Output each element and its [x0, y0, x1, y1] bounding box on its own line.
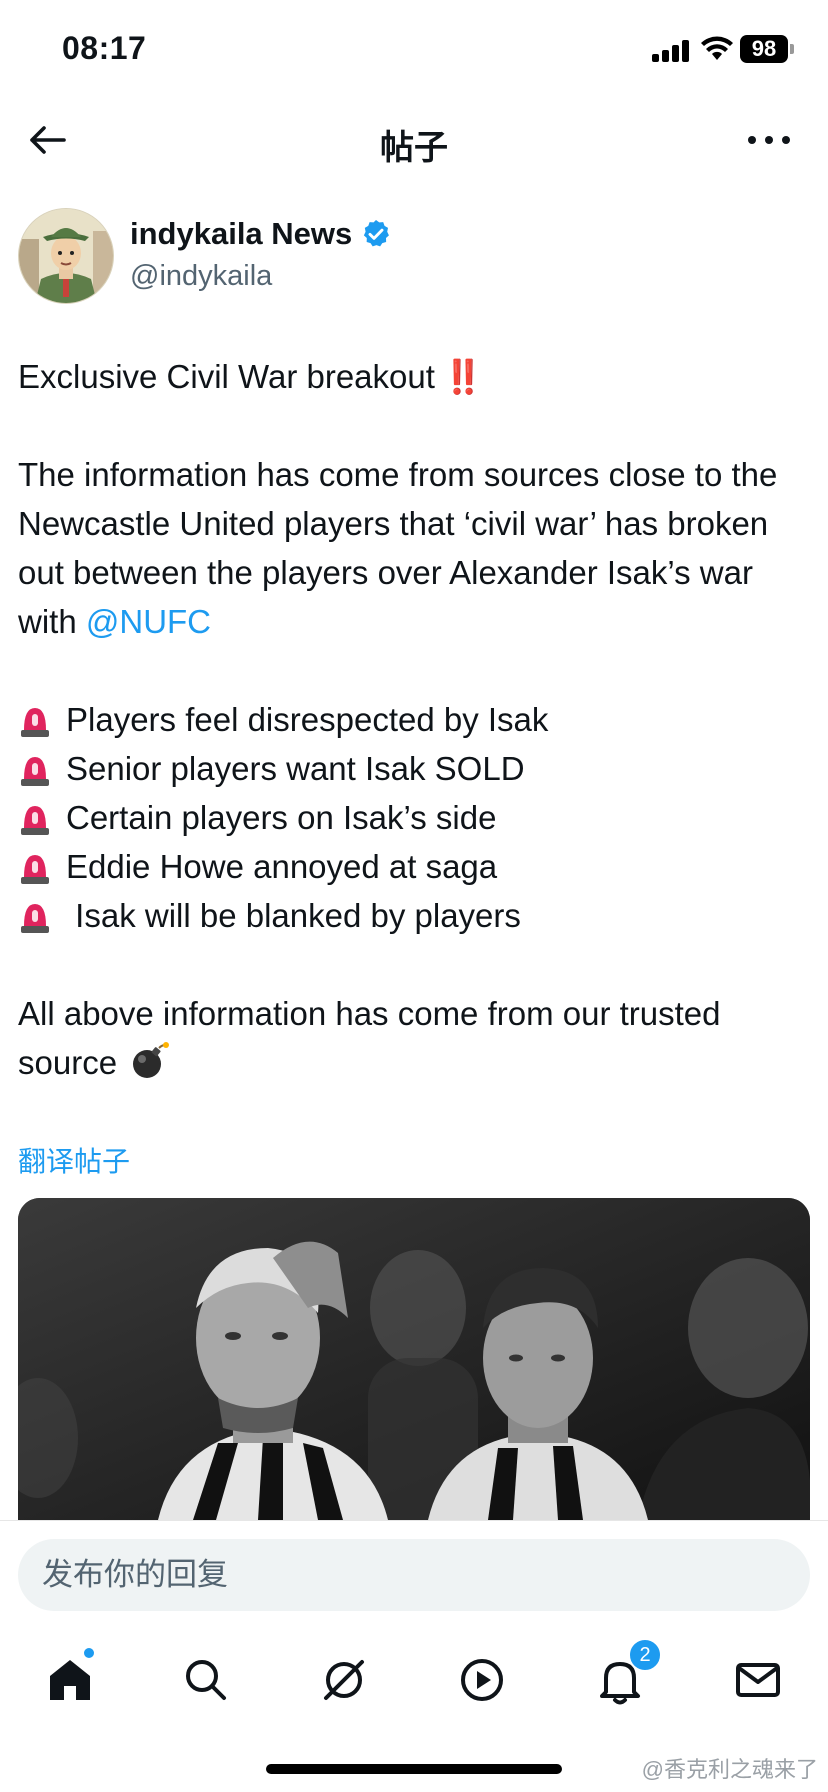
nav-grok[interactable] — [316, 1652, 372, 1708]
double-exclamation-emoji: ‼️ — [442, 358, 484, 395]
author-handle[interactable]: @indykaila — [130, 260, 272, 293]
reply-bar — [0, 1520, 828, 1631]
wifi-icon — [701, 36, 733, 60]
bullet-text: Senior players want Isak SOLD — [66, 750, 525, 787]
siren-emoji-icon — [21, 903, 49, 933]
bullet-text: Isak will be blanked by players — [66, 897, 521, 934]
siren-emoji-icon — [21, 756, 49, 786]
screen: 08:17 98 帖子 indykaila News @indykaila Ex… — [0, 0, 828, 1792]
nav-messages[interactable] — [730, 1652, 786, 1708]
home-icon — [50, 1660, 90, 1700]
grok-icon — [324, 1660, 364, 1700]
nav-home[interactable] — [42, 1648, 98, 1708]
status-time: 08:17 — [62, 30, 147, 66]
watermark: @香克利之魂来了 — [641, 1757, 818, 1782]
battery-tip — [790, 44, 794, 54]
play-icon — [461, 1659, 503, 1701]
siren-emoji-icon — [21, 854, 49, 884]
nav-notifications[interactable]: 2 — [592, 1638, 662, 1708]
search-icon — [186, 1660, 226, 1700]
bullet-item: Certain players on Isak’s side — [18, 793, 808, 842]
mail-icon — [736, 1663, 780, 1697]
bullet-item: Isak will be blanked by players — [18, 891, 808, 940]
bullet-item: Senior players want Isak SOLD — [18, 744, 808, 793]
bullet-text: Certain players on Isak’s side — [66, 799, 497, 836]
post-photo[interactable] — [18, 1198, 810, 1520]
post-closing-line: All above information has come from our … — [18, 989, 808, 1087]
bullet-item: Players feel disrespected by Isak — [18, 695, 808, 744]
post-closing: All above information has come from our … — [18, 995, 721, 1081]
verified-badge-icon — [364, 220, 390, 247]
siren-emoji-icon — [21, 805, 49, 835]
post-body: Exclusive Civil War breakout ‼️ The infor… — [18, 352, 808, 1087]
more-options-icon[interactable] — [744, 122, 794, 158]
bullet-text: Players feel disrespected by Isak — [66, 701, 549, 738]
siren-emoji-icon — [21, 707, 49, 737]
post-headline: Exclusive Civil War breakout — [18, 358, 435, 395]
reply-input[interactable] — [18, 1539, 810, 1611]
avatar[interactable] — [18, 208, 114, 304]
notification-badge: 2 — [628, 1638, 662, 1672]
post-headline-line: Exclusive Civil War breakout ‼️ — [18, 352, 808, 401]
author-name-row: indykaila News — [130, 216, 392, 252]
bottom-nav: 2 — [0, 1630, 828, 1730]
bomb-emoji-icon — [133, 1042, 170, 1078]
nav-search[interactable] — [178, 1652, 234, 1708]
author-name[interactable]: indykaila News — [130, 216, 352, 252]
cellular-signal-icon — [652, 38, 692, 62]
author-row[interactable]: indykaila News @indykaila — [18, 208, 798, 304]
post-paragraph: The information has come from sources cl… — [18, 450, 808, 646]
bullet-item: Eddie Howe annoyed at saga — [18, 842, 808, 891]
home-unread-dot — [84, 1648, 94, 1658]
nav-video[interactable] — [454, 1652, 510, 1708]
mention-link[interactable]: @NUFC — [86, 603, 211, 640]
home-indicator[interactable] — [266, 1764, 562, 1774]
status-bar: 08:17 98 — [0, 0, 828, 100]
post-header: 帖子 — [0, 100, 828, 180]
page-title: 帖子 — [380, 129, 448, 167]
battery-indicator: 98 — [740, 35, 788, 63]
translate-post-link[interactable]: 翻译帖子 — [18, 1140, 130, 1180]
bullet-text: Eddie Howe annoyed at saga — [66, 848, 498, 885]
